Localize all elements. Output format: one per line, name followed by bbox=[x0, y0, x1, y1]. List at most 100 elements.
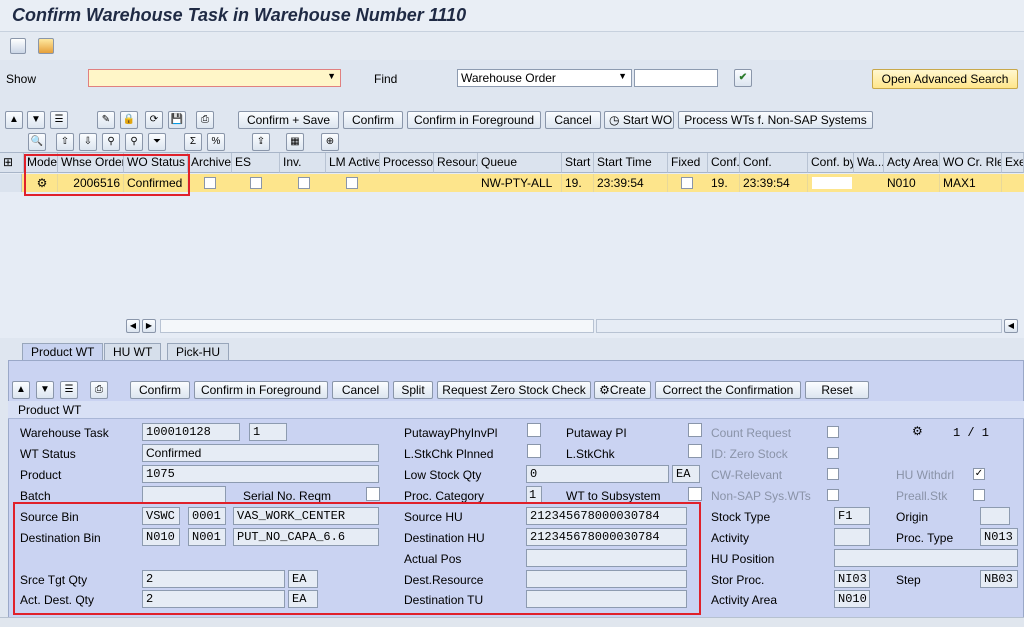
sum-icon[interactable]: Σ bbox=[184, 133, 202, 151]
export-icon[interactable]: ⇪ bbox=[252, 133, 270, 151]
col-conf-by[interactable]: Conf. by bbox=[808, 153, 854, 173]
horizontal-scrollbar[interactable] bbox=[160, 319, 594, 333]
filter-icon[interactable]: ⏷ bbox=[148, 133, 166, 151]
col-exe[interactable]: Exe bbox=[1002, 153, 1024, 173]
confirm-foreground-button[interactable]: Confirm in Foreground bbox=[407, 111, 541, 129]
wt-status-field[interactable]: Confirmed bbox=[142, 444, 379, 462]
details-icon[interactable]: 🔍 bbox=[28, 133, 46, 151]
col-processor[interactable]: Processor bbox=[380, 153, 434, 173]
open-advanced-search-button[interactable]: Open Advanced Search bbox=[872, 69, 1018, 89]
hu-withdrl-checkbox[interactable]: ✓ bbox=[973, 468, 985, 480]
layout-icon[interactable]: ☰ bbox=[50, 111, 68, 129]
process-wts-button[interactable]: Process WTs f. Non-SAP Systems bbox=[678, 111, 873, 129]
show-select[interactable]: ▼ bbox=[88, 69, 341, 87]
scroll-down-icon[interactable]: ▼ bbox=[36, 381, 54, 399]
save-icon[interactable]: 💾 bbox=[168, 111, 186, 129]
col-start[interactable]: Start bbox=[562, 153, 594, 173]
print-icon[interactable]: ⎙ bbox=[90, 381, 108, 399]
confirm-save-button[interactable]: Confirm + Save bbox=[238, 111, 339, 129]
lock-icon[interactable]: 🔒 bbox=[120, 111, 138, 129]
es-checkbox[interactable] bbox=[250, 177, 262, 189]
warehouse-task-item-field[interactable]: 1 bbox=[249, 423, 287, 441]
monitor-icon[interactable] bbox=[38, 38, 54, 54]
lm-active-checkbox[interactable] bbox=[346, 177, 358, 189]
print-icon[interactable]: ⎙ bbox=[196, 111, 214, 129]
col-start-time[interactable]: Start Time bbox=[594, 153, 668, 173]
tab-pick-hu[interactable]: Pick-HU bbox=[167, 343, 229, 360]
low-stock-field[interactable]: 0 bbox=[526, 465, 669, 483]
reset-button[interactable]: Reset bbox=[805, 381, 869, 399]
tab-product-wt[interactable]: Product WT bbox=[22, 343, 104, 360]
stor-proc-field[interactable]: NI03 bbox=[834, 570, 870, 588]
archive-checkbox[interactable] bbox=[204, 177, 216, 189]
col-archive[interactable]: Archive bbox=[188, 153, 232, 173]
select-all-icon[interactable]: ⊞ bbox=[0, 153, 24, 173]
edit-icon[interactable]: ✎ bbox=[97, 111, 115, 129]
split-button[interactable]: Split bbox=[393, 381, 433, 399]
putaway-phy-checkbox[interactable] bbox=[527, 423, 541, 437]
row-selector[interactable] bbox=[0, 174, 22, 192]
stock-type-field[interactable]: F1 bbox=[834, 507, 870, 525]
display-icon[interactable] bbox=[10, 38, 26, 54]
cancel-button[interactable]: Cancel bbox=[545, 111, 601, 129]
col-lm-active[interactable]: LM Active bbox=[326, 153, 380, 173]
col-wave[interactable]: Wa... bbox=[854, 153, 884, 173]
preall-stk-checkbox[interactable] bbox=[973, 489, 985, 501]
wt-cancel-button[interactable]: Cancel bbox=[332, 381, 389, 399]
step-field[interactable]: NB03 bbox=[980, 570, 1018, 588]
sort-descending-icon[interactable]: ⇩ bbox=[79, 133, 97, 151]
col-acty-area[interactable]: Acty Area bbox=[884, 153, 940, 173]
find-select[interactable]: Warehouse Order ▼ bbox=[457, 69, 632, 87]
col-conf-time[interactable]: Conf. bbox=[740, 153, 808, 173]
product-field[interactable]: 1075 bbox=[142, 465, 379, 483]
sort-ascending-icon[interactable]: ⇧ bbox=[56, 133, 74, 151]
count-request-checkbox[interactable] bbox=[827, 426, 839, 438]
wt-confirm-button[interactable]: Confirm bbox=[130, 381, 190, 399]
origin-field[interactable] bbox=[980, 507, 1010, 525]
scroll-down-icon[interactable]: ▼ bbox=[27, 111, 45, 129]
id-zero-stock-checkbox[interactable] bbox=[827, 447, 839, 459]
confirm-button[interactable]: Confirm bbox=[343, 111, 403, 129]
col-es[interactable]: ES bbox=[232, 153, 280, 173]
col-inv[interactable]: Inv. bbox=[280, 153, 326, 173]
correct-confirmation-button[interactable]: Correct the Confirmation bbox=[655, 381, 801, 399]
activity-field[interactable] bbox=[834, 528, 870, 546]
find-icon[interactable]: ⚲ bbox=[102, 133, 120, 151]
tab-hu-wt[interactable]: HU WT bbox=[104, 343, 162, 360]
activity-area-field[interactable]: N010 bbox=[834, 590, 870, 608]
serial-checkbox[interactable] bbox=[366, 487, 380, 501]
non-sap-checkbox[interactable] bbox=[827, 489, 839, 501]
proc-type-field[interactable]: N013 bbox=[980, 528, 1018, 546]
col-queue[interactable]: Queue bbox=[478, 153, 562, 173]
execute-search-icon[interactable]: ✔ bbox=[734, 69, 752, 87]
fixed-checkbox[interactable] bbox=[681, 177, 693, 189]
col-fixed[interactable]: Fixed bbox=[668, 153, 708, 173]
hu-position-field[interactable] bbox=[834, 549, 1018, 567]
low-stock-unit-field[interactable]: EA bbox=[672, 465, 700, 483]
start-wo-button[interactable]: ◷ Start WO bbox=[604, 111, 674, 129]
wt-confirm-foreground-button[interactable]: Confirm in Foreground bbox=[194, 381, 328, 399]
col-resource[interactable]: Resour... bbox=[434, 153, 478, 173]
warehouse-task-field[interactable]: 100010128 bbox=[142, 423, 240, 441]
scroll-up-icon[interactable]: ▲ bbox=[12, 381, 30, 399]
scroll-left-icon[interactable]: ◀ bbox=[1004, 319, 1018, 333]
lstkchk-checkbox[interactable] bbox=[688, 444, 702, 458]
cw-relevant-checkbox[interactable] bbox=[827, 468, 839, 480]
col-conf-date[interactable]: Conf. bbox=[708, 153, 740, 173]
layout-icon[interactable]: ☰ bbox=[60, 381, 78, 399]
find-next-icon[interactable]: ⚲ bbox=[125, 133, 143, 151]
inv-checkbox[interactable] bbox=[298, 177, 310, 189]
request-zero-stock-button[interactable]: Request Zero Stock Check bbox=[437, 381, 591, 399]
scroll-right-icon[interactable]: ▶ bbox=[142, 319, 156, 333]
wt-subsystem-checkbox[interactable] bbox=[688, 487, 702, 501]
create-button[interactable]: ⚙Create bbox=[594, 381, 651, 399]
lstk-plnned-checkbox[interactable] bbox=[527, 444, 541, 458]
col-wo-cr-rle[interactable]: WO Cr. Rle bbox=[940, 153, 1002, 173]
putaway-pi-checkbox[interactable] bbox=[688, 423, 702, 437]
scroll-track[interactable] bbox=[596, 319, 1002, 333]
refresh-icon[interactable]: ⟳ bbox=[145, 111, 163, 129]
scroll-left-icon[interactable]: ◀ bbox=[126, 319, 140, 333]
zoom-icon[interactable]: ⊕ bbox=[321, 133, 339, 151]
scroll-up-icon[interactable]: ▲ bbox=[5, 111, 23, 129]
find-input[interactable] bbox=[634, 69, 718, 87]
